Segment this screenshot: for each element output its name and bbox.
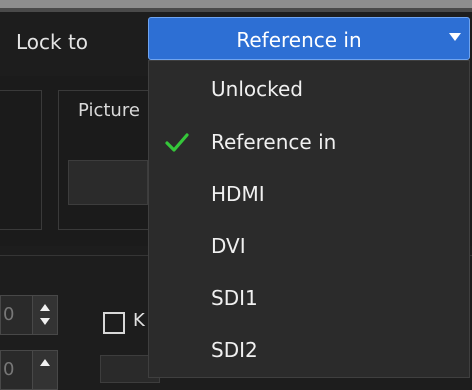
dropdown-option-reference-in[interactable]: Reference in xyxy=(149,116,469,168)
option-label: HDMI xyxy=(211,182,265,206)
spinbox-2-value: 0 xyxy=(3,359,15,380)
spinbox-1[interactable]: 0 xyxy=(0,295,58,335)
top-strip xyxy=(0,0,472,8)
left-group-box xyxy=(0,90,42,230)
spinbox-2-buttons[interactable] xyxy=(32,351,57,389)
dropdown-option-sdi1[interactable]: SDI1 xyxy=(149,272,469,324)
picture-group-label: Picture xyxy=(78,100,140,121)
option-label: SDI1 xyxy=(211,286,258,310)
option-label: SDI2 xyxy=(211,338,258,362)
chevron-down-icon xyxy=(449,33,461,41)
checkbox-label: K xyxy=(133,310,145,331)
dropdown-option-sdi2[interactable]: SDI2 xyxy=(149,324,469,376)
option-label: Unlocked xyxy=(211,77,303,101)
option-label: DVI xyxy=(211,234,246,258)
lock-to-label: Lock to xyxy=(16,30,89,54)
dropdown-option-hdmi[interactable]: HDMI xyxy=(149,168,469,220)
dropdown-option-dvi[interactable]: DVI xyxy=(149,220,469,272)
arrow-down-icon[interactable] xyxy=(40,318,50,325)
top-strip-shadow xyxy=(0,8,472,12)
lock-to-combobox[interactable]: Reference in xyxy=(148,17,470,60)
dropdown-option-unlocked[interactable]: Unlocked xyxy=(149,63,469,115)
lock-to-dropdown-list: Unlocked Reference in HDMI DVI SDI1 SDI2 xyxy=(148,60,470,378)
spinbox-2[interactable]: 0 xyxy=(0,350,58,390)
checkmark-icon xyxy=(165,133,189,152)
option-label: Reference in xyxy=(211,130,337,154)
spinbox-1-value: 0 xyxy=(3,304,15,325)
checkbox[interactable] xyxy=(103,312,125,334)
picture-button[interactable] xyxy=(68,160,148,205)
spinbox-1-buttons[interactable] xyxy=(32,296,57,334)
arrow-up-icon[interactable] xyxy=(40,304,50,311)
arrow-up-icon[interactable] xyxy=(40,359,50,366)
lock-to-selected-value: Reference in xyxy=(236,28,362,52)
